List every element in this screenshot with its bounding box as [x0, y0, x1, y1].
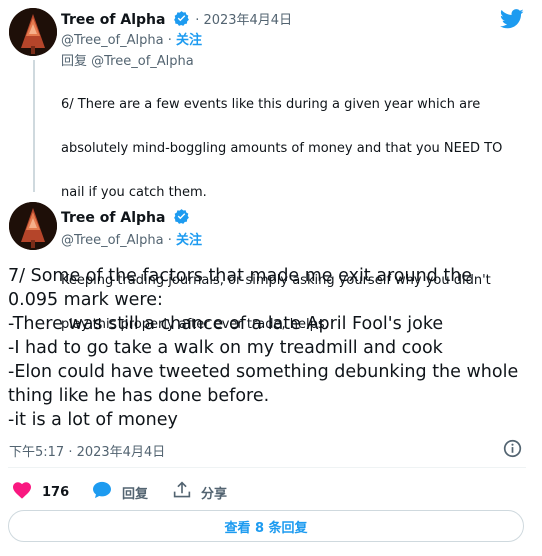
verified-badge-icon [173, 10, 190, 31]
reply-text-line: nail if you catch them. [61, 185, 207, 200]
thread-connector-line [33, 60, 35, 192]
reply-text-line: 6/ There are a few events like this duri… [61, 97, 481, 112]
main-text-line: -Elon could have tweeted something debun… [8, 362, 519, 382]
reply-author-handle[interactable]: @Tree_of_Alpha [61, 33, 164, 48]
reply-text-line: absolutely mind-boggling amounts of mone… [61, 141, 503, 156]
replying-to-label: 回复 [61, 54, 88, 69]
verified-badge-icon [173, 208, 190, 229]
view-replies-button[interactable]: 查看 8 条回复 [8, 510, 524, 542]
replying-to-handle[interactable]: @Tree_of_Alpha [91, 54, 194, 69]
main-author-name[interactable]: Tree of Alpha [61, 210, 165, 226]
share-upload-icon [173, 481, 191, 503]
reply-author-avatar[interactable] [9, 8, 57, 56]
replying-to-row: 回复 @Tree_of_Alpha [61, 50, 194, 69]
share-label: 分享 [201, 486, 228, 502]
like-count: 176 [42, 484, 70, 500]
speech-bubble-icon [92, 481, 112, 503]
main-author-name-row[interactable]: Tree of Alpha [61, 208, 190, 229]
heart-icon [12, 481, 32, 503]
reply-follow-button[interactable]: 关注 [176, 33, 202, 48]
like-button[interactable]: 176 [12, 481, 69, 503]
info-icon[interactable] [503, 439, 522, 462]
divider [8, 467, 526, 468]
reply-date[interactable]: 2023年4月4日 [203, 13, 292, 28]
share-button[interactable]: 分享 [173, 481, 227, 503]
reply-handle-row: @Tree_of_Alpha · 关注 [61, 33, 202, 48]
main-text-line: -I had to go take a walk on my treadmill… [8, 338, 443, 358]
main-text-line: 0.095 mark were: [8, 290, 163, 310]
twitter-logo-icon[interactable] [499, 9, 524, 33]
main-author-handle[interactable]: @Tree_of_Alpha [61, 233, 164, 248]
reply-author-name[interactable]: Tree of Alpha [61, 12, 165, 28]
reply-author-name-row[interactable]: Tree of Alpha · 2023年4月4日 [61, 9, 292, 31]
main-author-avatar[interactable] [9, 202, 57, 250]
reply-label: 回复 [122, 486, 149, 502]
main-text-line: -There was still a chance of a late Apri… [8, 314, 444, 334]
main-handle-row: @Tree_of_Alpha · 关注 [61, 233, 202, 248]
main-text-line: thing like he has done before. [8, 386, 270, 406]
tweet-timestamp[interactable]: 下午5:17 · 2023年4月4日 [9, 441, 165, 460]
main-text-line: -it is a lot of money [8, 410, 178, 430]
main-text-line: 7/ Some of the factors that made me exit… [8, 266, 473, 286]
reply-button[interactable]: 回复 [92, 481, 148, 503]
main-follow-button[interactable]: 关注 [176, 233, 202, 248]
main-tweet-text: 7/ Some of the factors that made me exit… [8, 264, 533, 432]
